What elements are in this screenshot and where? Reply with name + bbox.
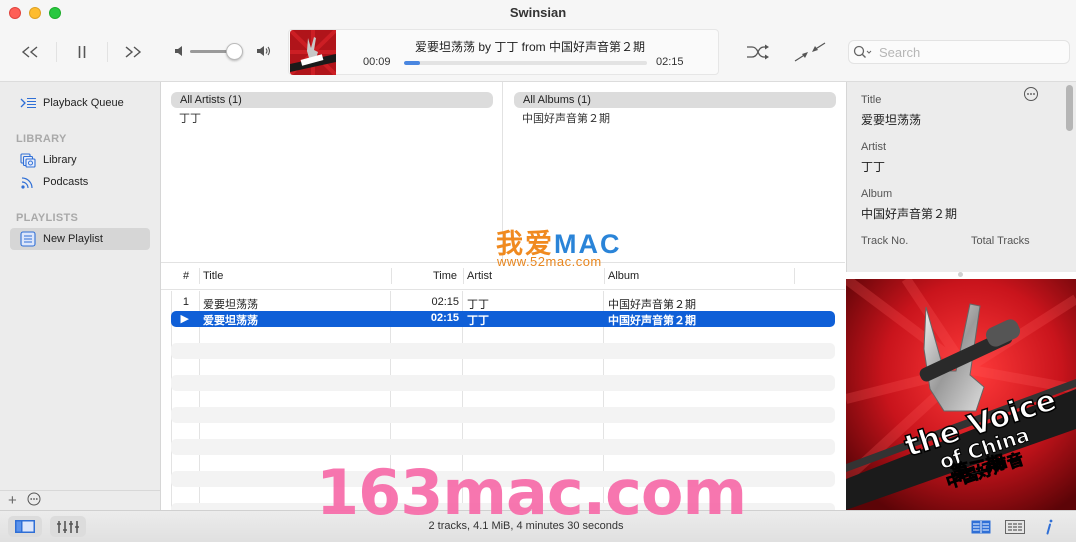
playback-queue-icon — [19, 95, 37, 111]
volume-low-icon — [175, 46, 182, 56]
shuffle-icon — [747, 44, 769, 60]
next-track-icon — [125, 46, 142, 58]
playback-progress-bar[interactable] — [404, 61, 647, 65]
grid-view-button[interactable] — [1000, 516, 1030, 537]
track-artist: 丁丁 — [467, 299, 489, 311]
search-input[interactable] — [879, 44, 1049, 60]
track-album: 中国好声音第２期 — [608, 299, 696, 311]
inspector-more-button[interactable] — [1024, 87, 1038, 101]
empty-row — [171, 423, 835, 439]
playback-progress-fill — [404, 61, 421, 65]
sidebar-item-podcasts[interactable]: Podcasts — [10, 171, 150, 193]
column-header-album[interactable]: Album — [608, 270, 639, 282]
shuffle-button[interactable] — [742, 38, 774, 66]
more-icon — [1027, 93, 1035, 95]
search-icon — [853, 45, 872, 58]
add-playlist-button[interactable]: + — [8, 492, 17, 509]
column-view-button[interactable] — [966, 516, 996, 537]
column-view-icon — [971, 520, 991, 533]
title-label: Title — [861, 94, 882, 106]
watermark-52mac-url: www.52mac.com — [497, 254, 602, 269]
now-playing-title: 爱要坦荡荡 by 丁丁 from 中国好声音第２期 — [414, 40, 645, 54]
now-playing-display: 爱要坦荡荡 by 丁丁 from 中国好声音第２期 00:09 02:15 — [288, 29, 719, 75]
album-value[interactable]: 中国好声音第２期 — [861, 205, 957, 222]
previous-track-button[interactable] — [14, 38, 46, 66]
artist-value[interactable]: 丁丁 — [861, 158, 885, 175]
elapsed-time: 00:09 — [363, 56, 391, 68]
all-albums-row[interactable]: All Albums (1) — [514, 92, 836, 108]
volume-high-icon — [257, 46, 271, 56]
track-title: 爱要坦荡荡 — [203, 315, 258, 327]
podcast-icon — [19, 174, 37, 190]
empty-row — [171, 327, 835, 343]
empty-row — [171, 375, 835, 391]
column-header-title[interactable]: Title — [203, 270, 223, 282]
track-album: 中国好声音第２期 — [608, 315, 696, 327]
now-playing-indicator-icon: ▶ — [180, 313, 189, 325]
inspector-scrollbar[interactable] — [1066, 85, 1073, 131]
search-field[interactable] — [848, 40, 1070, 64]
sidebar-item-new-playlist[interactable]: New Playlist — [10, 228, 150, 250]
artist-item[interactable]: 丁丁 — [179, 110, 201, 126]
empty-row — [171, 343, 835, 359]
pause-icon — [78, 46, 86, 58]
sidebar-item-label: New Playlist — [43, 233, 103, 245]
empty-row — [171, 407, 835, 423]
next-track-button[interactable] — [117, 38, 149, 66]
column-header-time[interactable]: Time — [433, 270, 457, 282]
artist-browser: All Artists (1) 丁丁 — [161, 82, 503, 262]
sidebar-more-button[interactable] — [27, 492, 41, 509]
more-icon — [27, 492, 41, 506]
empty-row — [171, 439, 835, 455]
total-tracks-label: Total Tracks — [971, 235, 1030, 247]
track-time: 02:15 — [431, 296, 459, 308]
toolbar: Swinsian 爱要坦荡荡 by 丁丁 from 中国好声音第２期 00:09… — [0, 0, 1076, 82]
previous-track-icon — [21, 46, 38, 58]
table-row-selected[interactable]: ▶ 爱要坦荡荡 02:15 丁丁 中国好声音第２期 — [171, 311, 835, 327]
title-value[interactable]: 爱要坦荡荡 — [861, 111, 921, 128]
mini-player-icon — [794, 42, 826, 62]
playlist-icon — [19, 231, 37, 247]
mini-player-button[interactable] — [790, 38, 830, 66]
library-section-header: LIBRARY — [16, 133, 67, 145]
sidebar-item-label: Podcasts — [43, 176, 89, 188]
info-panel-button[interactable] — [1036, 516, 1062, 537]
grid-view-icon — [1005, 519, 1025, 534]
watermark-163mac: 163mac.com — [316, 456, 747, 529]
sidebar: Playback Queue LIBRARY Library Podcasts … — [0, 82, 161, 510]
library-icon — [19, 152, 37, 168]
total-time: 02:15 — [656, 56, 684, 68]
track-number: 1 — [182, 296, 189, 308]
album-item[interactable]: 中国好声音第２期 — [522, 110, 610, 126]
sidebar-item-label: Library — [43, 154, 77, 166]
track-time: 02:15 — [430, 312, 459, 324]
album-artwork[interactable]: the Voice of China 中国好声音 第二期 — [846, 279, 1076, 510]
track-number-label: Track No. — [861, 235, 909, 247]
play-pause-button[interactable] — [66, 38, 98, 66]
column-header-number[interactable]: # — [183, 270, 189, 282]
sidebar-item-library[interactable]: Library — [10, 149, 150, 171]
table-row[interactable]: 1 爱要坦荡荡 02:15 丁丁 中国好声音第２期 — [171, 295, 835, 311]
all-artists-row[interactable]: All Artists (1) — [171, 92, 493, 108]
now-playing-artwork[interactable] — [290, 30, 336, 75]
sidebar-item-label: Playback Queue — [43, 97, 124, 109]
empty-row — [171, 391, 835, 407]
album-label: Album — [861, 188, 893, 200]
empty-row — [171, 359, 835, 375]
track-title: 爱要坦荡荡 — [203, 299, 258, 311]
window-title: Swinsian — [509, 5, 567, 20]
column-header-artist[interactable]: Artist — [467, 270, 492, 282]
info-icon — [1046, 519, 1053, 534]
artwork-splitter[interactable] — [846, 272, 1076, 279]
sidebar-item-playback-queue[interactable]: Playback Queue — [10, 92, 150, 114]
playlists-section-header: PLAYLISTS — [16, 212, 79, 224]
sidebar-footer: + — [0, 490, 160, 510]
track-artist: 丁丁 — [467, 315, 489, 327]
inspector-panel: Title 爱要坦荡荡 Artist 丁丁 Album 中国好声音第２期 Tra… — [846, 82, 1076, 272]
volume-slider-knob[interactable] — [226, 43, 244, 60]
artist-label: Artist — [861, 141, 887, 153]
